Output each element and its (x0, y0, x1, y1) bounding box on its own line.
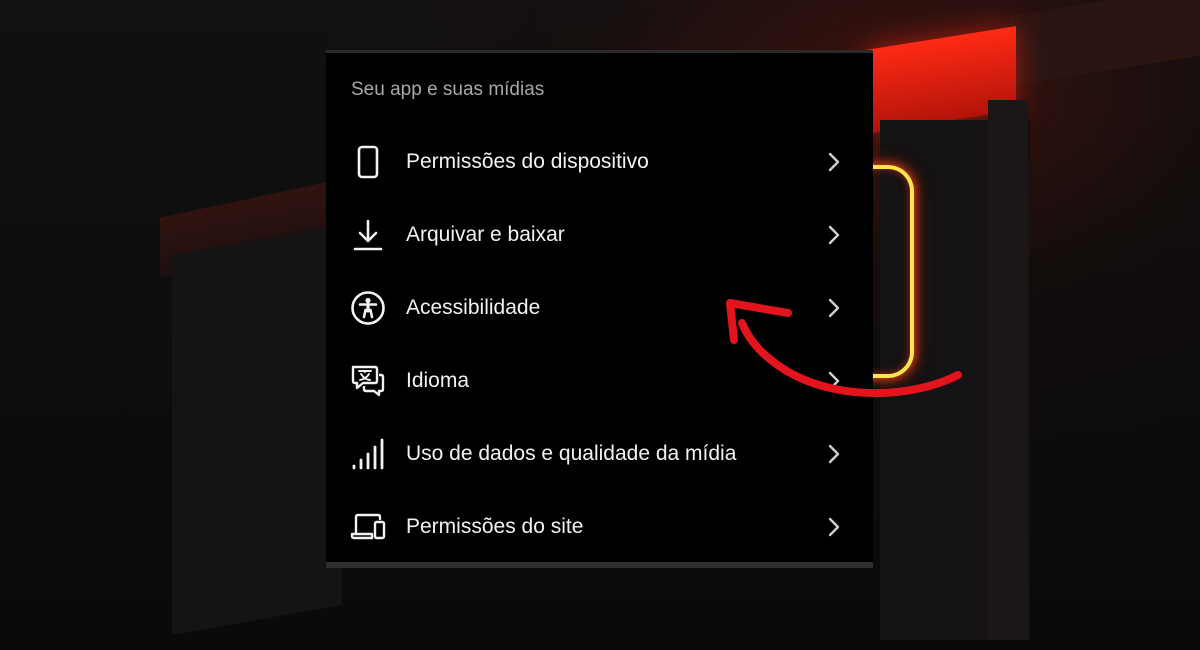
menu-item-label: Acessibilidade (406, 295, 541, 319)
menu-item-label: Uso de dados e qualidade da mídia (406, 441, 737, 465)
phone-icon (348, 142, 388, 182)
settings-panel: Seu app e suas mídias Permissões do disp… (326, 50, 873, 568)
menu-item-device-permissions[interactable]: Permissões do dispositivo (326, 125, 873, 198)
menu-item-archive-download[interactable]: Arquivar e baixar (326, 198, 873, 271)
menu-item-label: Arquivar e baixar (406, 222, 565, 246)
background-sign-dark (1010, 0, 1200, 86)
chevron-right-icon (823, 224, 845, 246)
settings-menu: Permissões do dispositivo Arquivar e bai… (326, 125, 873, 563)
menu-item-site-permissions[interactable]: Permissões do site (326, 490, 873, 563)
menu-item-language[interactable]: Idioma (326, 344, 873, 417)
menu-item-label: Idioma (406, 368, 470, 392)
background-photo: Seu app e suas mídias Permissões do disp… (0, 0, 1200, 650)
download-icon (348, 215, 388, 255)
menu-item-accessibility[interactable]: Acessibilidade (326, 271, 873, 344)
language-icon (348, 361, 388, 401)
devices-icon (348, 507, 388, 547)
chevron-right-icon (823, 297, 845, 319)
chevron-right-icon (823, 516, 845, 538)
chevron-right-icon (823, 443, 845, 465)
section-title: Seu app e suas mídias (351, 79, 545, 100)
menu-item-label: Permissões do dispositivo (406, 149, 649, 173)
background-board (172, 225, 342, 635)
chevron-right-icon (823, 151, 845, 173)
background-post (988, 100, 1028, 640)
accessibility-icon (348, 288, 388, 328)
menu-item-data-usage[interactable]: Uso de dados e qualidade da mídia (326, 417, 873, 490)
menu-item-label: Permissões do site (406, 514, 584, 538)
signal-bars-icon (348, 434, 388, 474)
chevron-right-icon (823, 370, 845, 392)
